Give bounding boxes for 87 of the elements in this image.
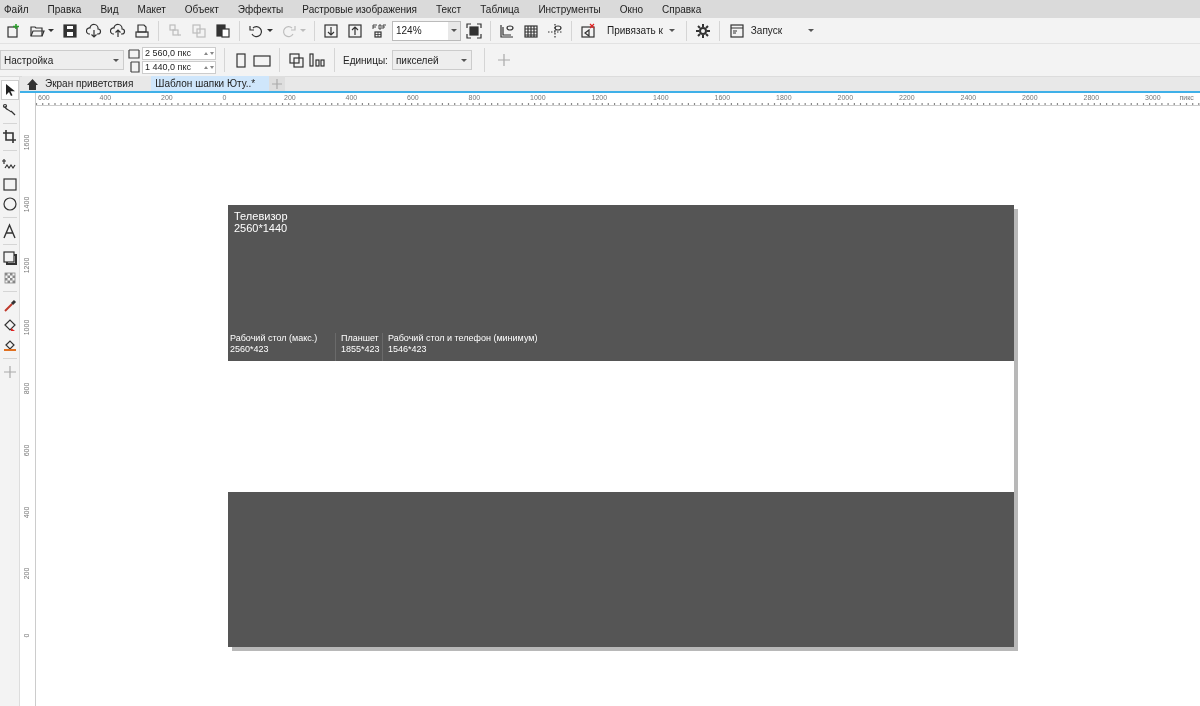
caret-icon [300,29,306,32]
portrait-icon[interactable] [233,52,249,68]
snap-label: Привязать к [607,24,663,38]
dimension-field[interactable]: 1 440,0 пкс [142,60,216,74]
page-width-icon [128,47,140,59]
panel-label: Телевизор [234,210,289,222]
new-document-icon [5,22,21,39]
settings-icon [694,22,711,39]
rectangle-icon [2,176,17,192]
drop-shadow-tool[interactable] [0,248,19,268]
spinner-icon[interactable] [203,63,215,71]
import-icon [323,22,339,39]
checkerboard-icon [2,270,17,286]
cloud-download-icon [86,22,102,39]
caret-icon [113,58,119,62]
grid-icon [523,22,539,39]
rulers-icon [499,22,515,39]
add-icon [2,364,17,380]
menu-item[interactable]: Эффекты [237,1,284,17]
menu-item[interactable]: Таблица [480,1,520,17]
pointer-tool[interactable] [0,80,19,100]
section-size: 2560*423 [230,344,270,355]
menu-item[interactable]: Объект [184,1,219,17]
launch-label: Запуск [750,24,783,38]
drop-shadow-icon [2,250,17,266]
menu-item[interactable]: Правка [47,1,82,17]
menu-item[interactable]: Вид [100,1,119,17]
window-icon [728,22,745,39]
preset-dropdown[interactable]: Настройка [0,50,124,70]
snap-off-icon [580,22,596,39]
caret-icon [267,29,273,32]
document-tab[interactable]: Шаблон шапки Юту..* [151,76,270,91]
cut-icon [167,22,183,39]
panel-label: 2560*1440 [234,222,289,234]
cloud-upload-icon [110,22,126,39]
save-icon [62,22,78,39]
menu-item[interactable]: Текст [436,1,462,17]
caret-icon [808,29,815,32]
copy-icon [191,22,207,39]
section-size: 1855*423 [341,344,381,355]
menu-item[interactable]: Файл [4,1,29,17]
paint-bucket-icon [2,317,17,333]
section-title: Рабочий стол (макс.) [230,333,319,344]
menu-item[interactable]: Инструменты [538,1,601,17]
menu-item[interactable]: Растровые изображения [302,1,417,17]
section-size: 1546*423 [388,344,428,355]
section-title: Рабочий стол и телефон (минимум) [388,333,539,344]
spinner-icon[interactable] [203,49,215,57]
fullscreen-icon [466,22,482,39]
preset-value: Настройка [3,53,55,68]
landscape-icon[interactable] [253,52,271,68]
pages-icon[interactable] [288,52,304,68]
export-icon [347,22,363,39]
crop-icon [2,129,17,145]
zoom-value: 124% [395,24,423,38]
add-icon [272,78,283,89]
dimension-value: 1 440,0 пкс [144,62,192,72]
page-height-icon [128,61,140,73]
eyedropper-icon [2,297,17,313]
menu-item[interactable]: Макет [137,1,166,17]
caret-icon [460,58,467,62]
caret-icon [668,29,675,32]
units-dropdown[interactable]: пикселей [391,50,472,70]
node-edit-icon [2,102,17,118]
text-icon [2,223,17,239]
paste-icon [215,22,231,39]
units-label: Единицы: [343,53,388,68]
caret-icon [451,29,457,32]
home-icon [26,77,39,90]
print-icon [134,22,150,39]
ellipse-icon [2,196,17,212]
caret-icon [48,29,54,32]
text-tool[interactable] [0,221,19,241]
dimension-field[interactable]: 2 560,0 пкс [142,46,216,60]
units-value: пикселей [394,53,440,68]
guides-icon [547,22,563,39]
zoom-dropdown[interactable]: 124% [392,20,461,41]
bars-icon[interactable] [308,52,326,68]
document-tab[interactable]: Экран приветствия [22,76,152,91]
dimension-value: 2 560,0 пкс [144,48,192,58]
ellipse-tool[interactable] [0,194,19,214]
menu-item[interactable]: Справка [662,1,702,17]
menu-item[interactable]: Окно [619,1,643,17]
launch-button[interactable]: Запуск [724,19,819,42]
pdf-icon [371,22,387,39]
snap-dropdown[interactable]: Привязать к [601,19,681,42]
section-title: Планшет [341,333,380,344]
